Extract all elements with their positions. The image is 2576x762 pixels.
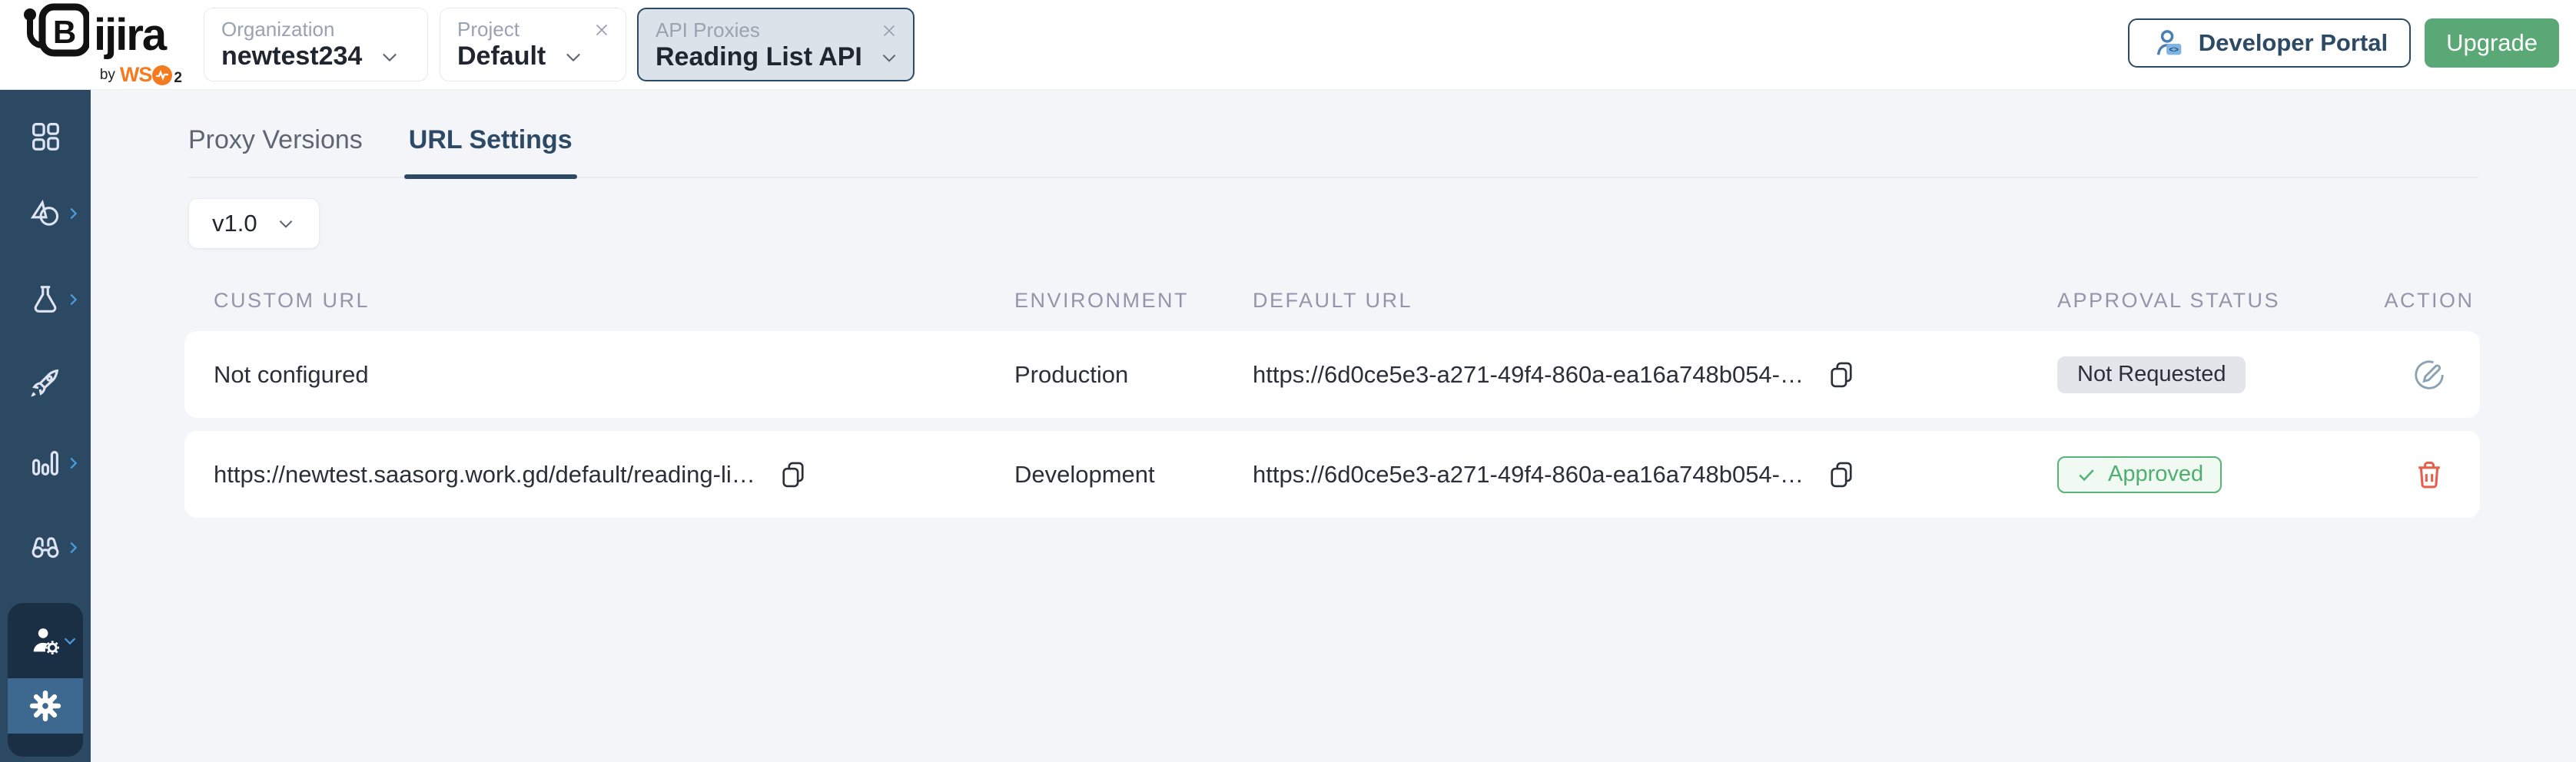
column-header-approval-status: APPROVAL STATUS — [2057, 289, 2378, 313]
brand-name: ijira — [94, 13, 165, 58]
sidebar-item-observe[interactable] — [0, 523, 91, 572]
chevron-right-icon — [65, 455, 81, 472]
wso2-o-icon — [151, 65, 173, 86]
check-icon — [2076, 464, 2097, 485]
sidebar-item-admin[interactable] — [8, 603, 83, 678]
version-select[interactable]: v1.0 — [188, 198, 320, 249]
action-cell — [2378, 357, 2480, 393]
custom-url-text: https://newtest.saasorg.work.gd/default/… — [214, 461, 755, 489]
column-header-custom-url: CUSTOM URL — [184, 289, 1014, 313]
main-content: Proxy Versions URL Settings v1.0 CUSTOM … — [91, 90, 2576, 762]
flask-icon — [28, 282, 63, 317]
bijira-logo: B ijira by WS 2 — [23, 2, 184, 87]
app-window: B ijira by WS 2 Organizati — [0, 0, 2576, 762]
tab-url-settings[interactable]: URL Settings — [409, 125, 573, 177]
version-select-value: v1.0 — [212, 210, 257, 237]
sidebar-item-dashboard[interactable] — [0, 111, 91, 161]
sidebar-item-insights[interactable] — [0, 439, 91, 488]
developer-portal-button[interactable]: <> Developer Portal — [2128, 18, 2411, 68]
svg-text:B: B — [53, 14, 76, 50]
column-header-action: ACTION — [2378, 289, 2480, 313]
gear-icon — [28, 688, 63, 724]
sidebar-item-settings[interactable] — [8, 678, 83, 734]
copy-icon[interactable] — [1825, 359, 1857, 391]
action-cell — [2378, 458, 2480, 492]
status-badge: Not Requested — [2057, 356, 2246, 393]
approval-status-cell: Approved — [2057, 456, 2378, 493]
api-proxies-value: Reading List API — [656, 42, 862, 72]
copy-icon[interactable] — [777, 459, 809, 491]
bar-chart-icon — [28, 446, 63, 481]
organization-select[interactable]: Organization newtest234 — [204, 8, 428, 81]
url-settings-table: CUSTOM URL ENVIRONMENT DEFAULT URL APPRO… — [184, 278, 2480, 518]
column-header-environment: ENVIRONMENT — [1014, 289, 1253, 313]
top-bar: B ijira by WS 2 Organizati — [0, 0, 2576, 90]
chevron-down-icon — [61, 632, 78, 649]
user-gear-icon — [28, 623, 63, 658]
column-header-default-url: DEFAULT URL — [1253, 289, 2057, 313]
table-row: Not configured Production https://6d0ce5… — [184, 331, 2480, 418]
sidebar — [0, 90, 91, 762]
copy-icon[interactable] — [1825, 459, 1857, 491]
api-proxies-select[interactable]: API Proxies Reading List API — [637, 8, 915, 81]
chevron-down-icon[interactable] — [563, 46, 584, 68]
close-icon[interactable] — [592, 20, 612, 40]
grid-icon — [28, 118, 63, 154]
svg-text:<>: <> — [2169, 45, 2179, 55]
project-select[interactable]: Project Default — [440, 8, 626, 81]
developer-portal-icon: <> — [2151, 25, 2186, 61]
environment-cell: Development — [1014, 461, 1253, 489]
chevron-down-icon — [276, 214, 296, 234]
tab-proxy-versions[interactable]: Proxy Versions — [188, 125, 363, 177]
wso2-byline: by WS 2 — [23, 63, 184, 87]
chevron-right-icon — [65, 539, 81, 556]
default-url-cell: https://6d0ce5e3-a271-49f4-860a-ea16a748… — [1253, 359, 2057, 391]
project-label: Project — [457, 18, 520, 41]
tab-bar: Proxy Versions URL Settings — [188, 90, 2478, 178]
chevron-right-icon — [65, 205, 81, 222]
table-header-row: CUSTOM URL ENVIRONMENT DEFAULT URL APPRO… — [184, 278, 2480, 331]
binoculars-icon — [28, 530, 63, 565]
design-icon — [28, 196, 63, 231]
table-row: https://newtest.saasorg.work.gd/default/… — [184, 431, 2480, 518]
custom-url-cell: Not configured — [184, 361, 1014, 389]
delete-icon[interactable] — [2412, 458, 2446, 492]
sidebar-item-design[interactable] — [0, 189, 91, 238]
topbar-actions: <> Developer Portal Upgrade — [2128, 18, 2559, 68]
custom-url-cell: https://newtest.saasorg.work.gd/default/… — [184, 459, 1014, 491]
bijira-logo-icon: B — [23, 2, 89, 68]
status-badge: Approved — [2057, 456, 2222, 493]
api-proxies-label: API Proxies — [656, 18, 760, 42]
sidebar-bottom-group — [8, 603, 83, 757]
organization-value: newtest234 — [221, 41, 362, 71]
default-url-text: https://6d0ce5e3-a271-49f4-860a-ea16a748… — [1253, 461, 1804, 489]
project-value: Default — [457, 41, 546, 71]
sidebar-item-test[interactable] — [0, 275, 91, 324]
sidebar-item-deploy[interactable] — [0, 358, 91, 407]
chevron-down-icon[interactable] — [379, 46, 400, 68]
rocket-icon — [28, 365, 63, 400]
default-url-text: https://6d0ce5e3-a271-49f4-860a-ea16a748… — [1253, 361, 1804, 389]
edit-icon[interactable] — [2412, 357, 2447, 393]
chevron-right-icon — [65, 291, 81, 308]
chevron-down-icon[interactable] — [879, 47, 899, 68]
organization-label: Organization — [221, 18, 334, 41]
default-url-cell: https://6d0ce5e3-a271-49f4-860a-ea16a748… — [1253, 459, 2057, 491]
environment-cell: Production — [1014, 361, 1253, 389]
upgrade-button[interactable]: Upgrade — [2425, 18, 2559, 68]
close-icon[interactable] — [879, 21, 899, 41]
approval-status-cell: Not Requested — [2057, 356, 2378, 393]
